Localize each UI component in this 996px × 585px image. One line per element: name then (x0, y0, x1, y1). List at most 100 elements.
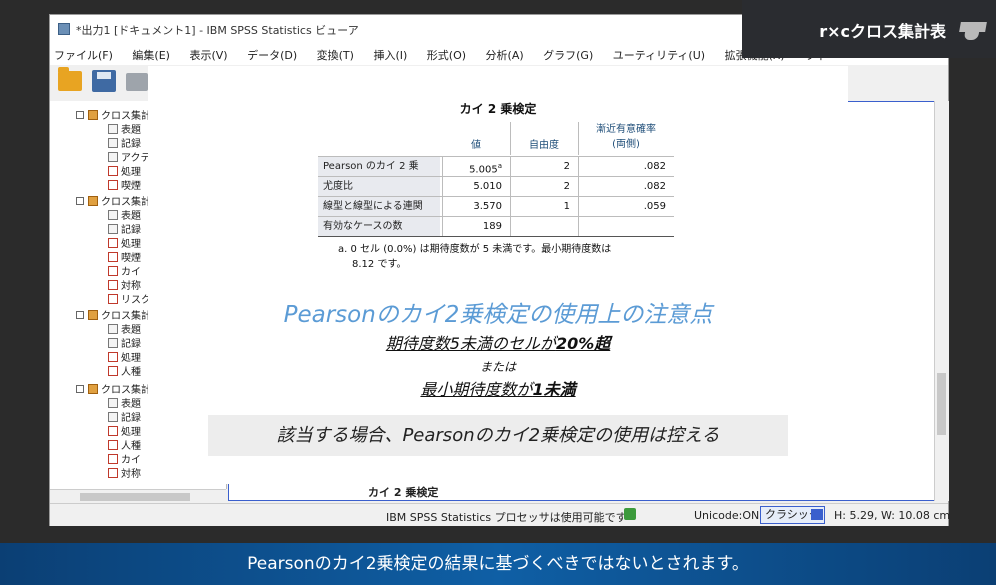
cell-value: 5.005a (469, 162, 502, 176)
tree-item[interactable]: クロス集計 (76, 107, 151, 122)
tree-item[interactable]: 記録 (108, 335, 141, 350)
menu-insert[interactable]: 挿入(I) (369, 43, 411, 63)
cell-df (510, 217, 578, 236)
menu-transform[interactable]: 変換(T) (313, 43, 358, 63)
table-icon (108, 352, 118, 362)
condition-1-threshold: 20%超 (555, 334, 611, 353)
collapse-icon[interactable] (76, 311, 84, 319)
title-icon (108, 324, 118, 334)
content-vertical-scrollbar[interactable] (934, 101, 949, 501)
cell-sig: .082 (643, 161, 666, 172)
subtitle-band: Pearsonのカイ2乗検定の結果に基づくべきではないとされます。 (0, 543, 996, 585)
collapse-icon[interactable] (76, 197, 84, 205)
cell-df: 2 (563, 161, 570, 172)
tree-item[interactable]: 表題 (108, 121, 141, 136)
status-bar: IBM SPSS Statistics プロセッサは使用可能です Unicode… (50, 503, 951, 526)
tree-item[interactable]: クロス集計 (76, 307, 151, 322)
tree-item[interactable]: 表題 (108, 321, 141, 336)
table-icon (108, 266, 118, 276)
header-value: 値 (471, 140, 481, 151)
save-icon[interactable] (92, 70, 116, 92)
graduation-cap-icon (959, 22, 987, 32)
header-sig-line1: 漸近有意確率 (596, 124, 656, 135)
row-label: 線型と線型による連関 (318, 197, 440, 216)
menu-file[interactable]: ファイル(F) (50, 43, 117, 63)
tree-item[interactable]: 記録 (108, 135, 141, 150)
cell-df: 1 (563, 201, 570, 212)
table-icon (108, 468, 118, 478)
tree-item[interactable]: クロス集計 (76, 193, 151, 208)
menu-data[interactable]: データ(D) (243, 43, 301, 63)
row-label: 尤度比 (318, 177, 440, 196)
menu-format[interactable]: 形式(O) (423, 43, 470, 63)
table-icon (108, 238, 118, 248)
table-icon (108, 280, 118, 290)
tree-item[interactable]: カイ (108, 451, 141, 466)
tree-item[interactable]: 喫煙 (108, 177, 141, 192)
menu-edit[interactable]: 編集(E) (128, 43, 174, 63)
tree-item[interactable]: リスク (108, 291, 151, 306)
tree-item[interactable]: 対称 (108, 277, 141, 292)
notice-heading: Pearsonのカイ2乗検定の使用上の注意点 (283, 302, 713, 328)
tree-item[interactable]: 処理 (108, 423, 141, 438)
app-icon (58, 23, 70, 35)
scroll-thumb[interactable] (80, 493, 190, 501)
collapse-icon[interactable] (76, 111, 84, 119)
screen: *出力1 [ドキュメント1] - IBM SPSS Statistics ビュー… (0, 0, 996, 585)
row-label: Pearson のカイ 2 乗 (318, 157, 440, 176)
processor-status: IBM SPSS Statistics プロセッサは使用可能です (386, 511, 627, 524)
tree-item[interactable]: 対称 (108, 465, 141, 480)
open-folder-icon[interactable] (58, 67, 82, 91)
title-icon (108, 210, 118, 220)
cell-value: 189 (482, 221, 502, 232)
table-icon (108, 454, 118, 464)
page-size-readout: H: 5.29, W: 10.08 cm (834, 509, 951, 522)
tree-item[interactable]: 人種 (108, 363, 141, 378)
footnote-line1: a. 0 セル (0.0%) は期待度数が 5 未満です。最小期待度数は (338, 244, 612, 255)
tree-item[interactable]: 処理 (108, 163, 141, 178)
collapse-icon[interactable] (76, 385, 84, 393)
cell-df: 2 (563, 181, 570, 192)
footnote-marker: a (497, 162, 502, 170)
output-caption: カイ 2 乗検定 (368, 486, 439, 499)
log-icon (108, 338, 118, 348)
grid-icon (811, 509, 823, 520)
subtitle-text: Pearsonのカイ2乗検定の結果に基づくべきではないとされます。 (247, 554, 749, 574)
tree-horizontal-scrollbar[interactable] (50, 489, 226, 504)
table-icon (108, 426, 118, 436)
menu-analyze[interactable]: 分析(A) (482, 43, 528, 63)
cell-value: 5.010 (473, 181, 502, 192)
tree-item[interactable]: 表題 (108, 207, 141, 222)
scroll-thumb[interactable] (937, 373, 946, 435)
table-icon (108, 180, 118, 190)
cell-sig: .059 (643, 201, 666, 212)
tree-item[interactable]: 喫煙 (108, 249, 141, 264)
crosstabs-book-icon (88, 110, 98, 120)
tree-item[interactable]: 記録 (108, 409, 141, 424)
log-icon (108, 224, 118, 234)
cell-sig (578, 217, 674, 236)
advice-box: 該当する場合、Pearsonのカイ2乗検定の使用は控える (208, 415, 788, 456)
table-icon (108, 166, 118, 176)
menu-view[interactable]: 表示(V) (185, 43, 231, 63)
table-footnote: a. 0 セル (0.0%) は期待度数が 5 未満です。最小期待度数は 8.1… (338, 242, 668, 272)
tree-item[interactable]: クロス集計 (76, 381, 151, 396)
tree-item[interactable]: 処理 (108, 235, 141, 250)
condition-2-threshold: 1未満 (532, 380, 576, 399)
chapter-label: r×cクロス集計表 (819, 22, 946, 41)
or-connector: または (479, 360, 516, 374)
log-icon (108, 138, 118, 148)
menu-graphs[interactable]: グラフ(G) (539, 43, 597, 63)
tree-item[interactable]: 処理 (108, 349, 141, 364)
unicode-status: Unicode:ON (694, 509, 760, 522)
print-icon[interactable] (126, 73, 148, 91)
cell-value: 3.570 (473, 201, 502, 212)
tree-item[interactable]: 表題 (108, 395, 141, 410)
tree-item[interactable]: 人種 (108, 437, 141, 452)
window-title: *出力1 [ドキュメント1] - IBM SPSS Statistics ビュー… (76, 24, 359, 37)
tree-item[interactable]: カイ (108, 263, 141, 278)
table-title: カイ 2 乗検定 (459, 102, 537, 116)
tree-item[interactable]: 記録 (108, 221, 141, 236)
menu-utilities[interactable]: ユーティリティ(U) (609, 43, 709, 63)
chapter-badge: r×cクロス集計表 (742, 0, 996, 58)
